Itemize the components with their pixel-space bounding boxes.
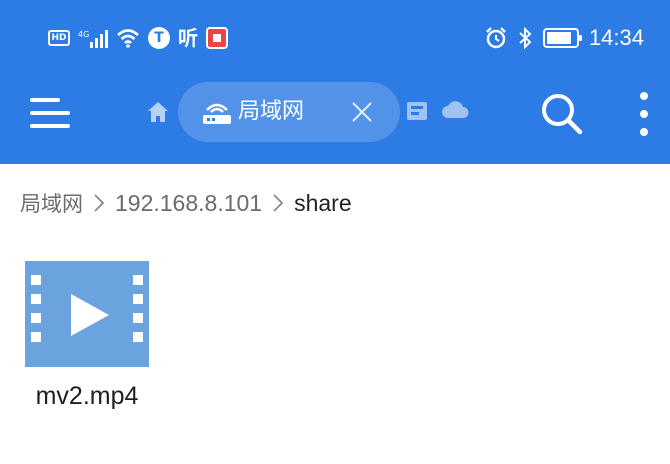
hd-icon: HD [48, 30, 70, 46]
app-tab-icon[interactable] [406, 100, 428, 122]
wifi-icon [117, 29, 139, 48]
more-options-icon[interactable] [637, 92, 651, 136]
breadcrumb-item-share[interactable]: share [294, 190, 352, 217]
alarm-icon [486, 27, 506, 49]
home-icon[interactable] [144, 98, 172, 126]
svg-text:4G: 4G [78, 30, 89, 39]
menu-button[interactable] [30, 94, 74, 132]
red-app-icon [206, 27, 228, 49]
status-time: 14:34 [588, 25, 644, 50]
status-right: 14:34 [485, 24, 644, 52]
file-name: mv2.mp4 [35, 382, 139, 410]
breadcrumb: 局域网 192.168.8.101 share [20, 186, 352, 220]
cloud-icon[interactable] [440, 96, 470, 124]
close-icon[interactable] [350, 100, 374, 124]
bluetooth-icon [519, 27, 532, 49]
tab-lan[interactable]: 局域网 [178, 82, 400, 142]
breadcrumb-item-host[interactable]: 192.168.8.101 [115, 190, 262, 217]
status-left: HD 4G T 听 [48, 24, 228, 52]
signal-icon: 4G [78, 30, 108, 48]
chevron-right-icon [273, 194, 284, 212]
carrier-app-icon: 听 [178, 26, 198, 50]
chevron-right-icon [94, 194, 105, 212]
status-bar: HD 4G T 听 14:34 [0, 0, 670, 76]
battery-icon [542, 28, 582, 48]
breadcrumb-item-lan[interactable]: 局域网 [20, 188, 83, 218]
tab-label: 局域网 [238, 99, 305, 124]
file-item[interactable]: mv2.mp4 [20, 256, 160, 416]
router-icon [203, 103, 231, 124]
app-header: HD 4G T 听 14:34 局域网 [0, 0, 670, 164]
search-icon[interactable] [538, 90, 584, 136]
notification-t-icon: T [148, 27, 170, 49]
video-file-icon [25, 261, 149, 367]
